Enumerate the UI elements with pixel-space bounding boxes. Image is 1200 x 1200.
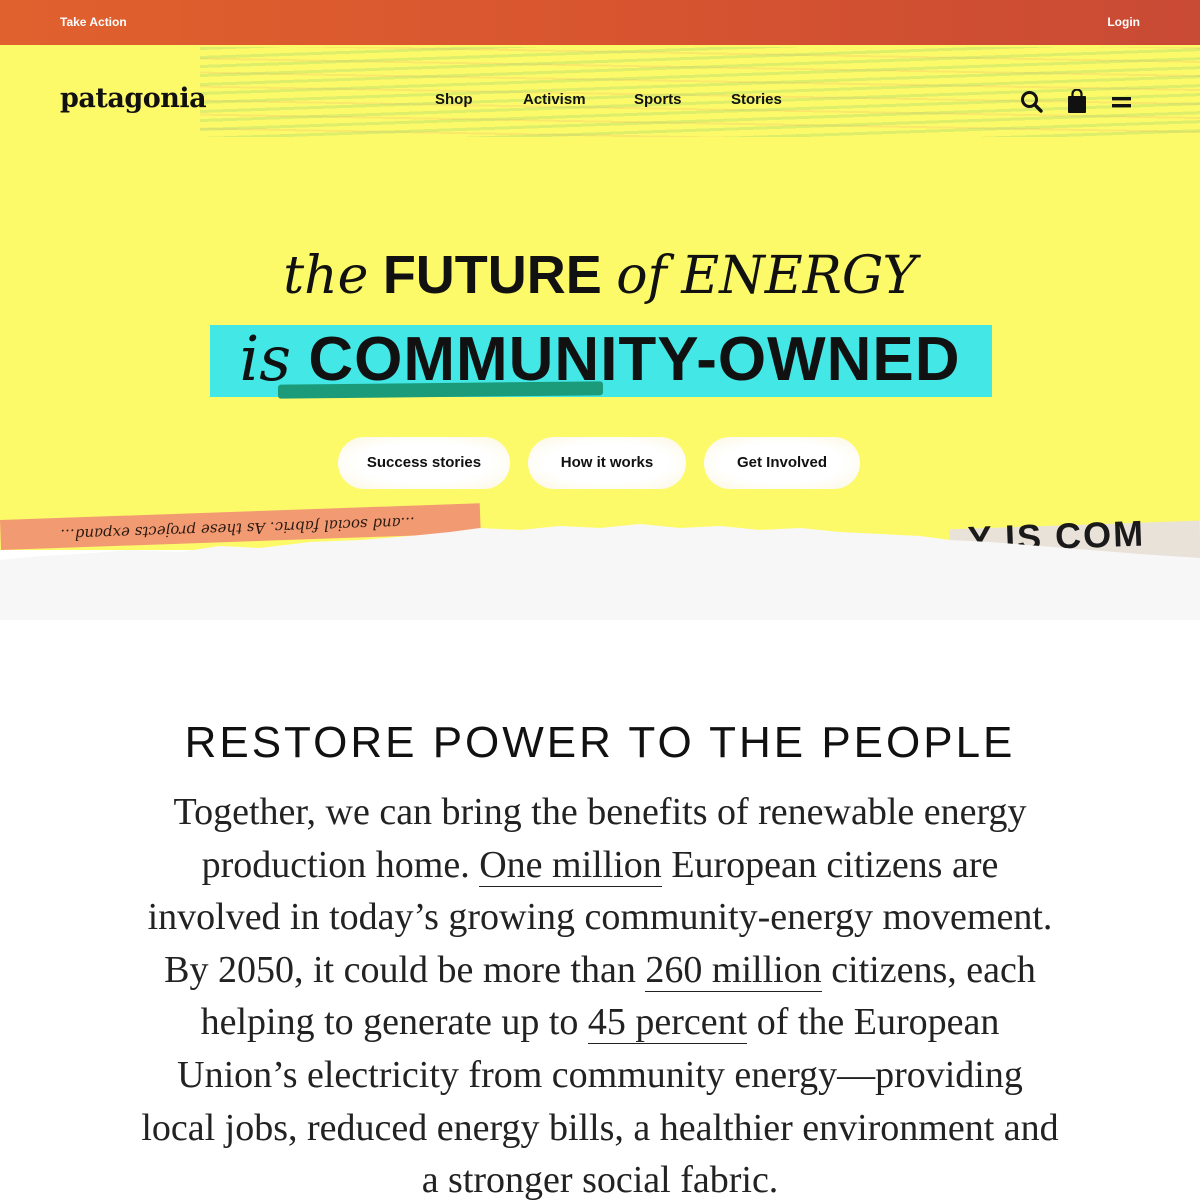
how-it-works-button[interactable]: How it works — [528, 437, 686, 489]
nav-item-activism[interactable]: Activism — [523, 91, 586, 108]
hero-section: patagonia Shop Activism Sports Stories t… — [0, 45, 1200, 550]
headline-word: COMMUNITY-OWNED — [308, 325, 961, 394]
headline-word: FUTURE — [382, 245, 602, 305]
login-link[interactable]: Login — [1107, 15, 1140, 29]
headline-line-1: the FUTURE of ENERGY — [0, 240, 1200, 311]
headline-word: ENERGY — [681, 246, 917, 306]
headline-word: the — [283, 246, 369, 306]
torn-paper-divider: ...and social fabric. As these projects … — [0, 503, 1200, 620]
highlight-45-percent[interactable]: 45 percent — [583, 996, 752, 1049]
hero-buttons: Success stories How it works Get Involve… — [0, 437, 1200, 489]
headline-word: of — [616, 246, 667, 306]
highlight-one-million[interactable]: One million — [475, 839, 666, 892]
highlight-text: 45 percent — [587, 1001, 748, 1045]
highlight-text: One million — [479, 843, 662, 887]
shopping-bag-icon[interactable] — [1064, 88, 1090, 115]
hero-headline: the FUTURE of ENERGY is COMMUNITY-OWNED — [0, 240, 1200, 399]
nav-item-shop[interactable]: Shop — [435, 91, 473, 108]
intro-paragraph: Together, we can bring the benefits of r… — [140, 786, 1060, 1200]
torn-paper-edge — [0, 524, 1200, 620]
top-bar: Take Action Login — [0, 0, 1200, 45]
headline-line-2: is COMMUNITY-OWNED — [0, 311, 1200, 399]
menu-icon[interactable] — [1110, 89, 1136, 115]
highlight-260-million[interactable]: 260 million — [641, 944, 826, 997]
nav-item-stories[interactable]: Stories — [731, 91, 782, 108]
search-icon[interactable] — [1019, 89, 1045, 115]
nav-item-sports[interactable]: Sports — [634, 91, 682, 108]
success-stories-button[interactable]: Success stories — [338, 437, 510, 489]
take-action-link[interactable]: Take Action — [60, 15, 127, 29]
headline-word: is — [239, 322, 292, 395]
highlight-text: 260 million — [645, 948, 822, 992]
section-title: RESTORE POWER TO THE PEOPLE — [184, 718, 1016, 767]
get-involved-button[interactable]: Get Involved — [704, 437, 860, 489]
